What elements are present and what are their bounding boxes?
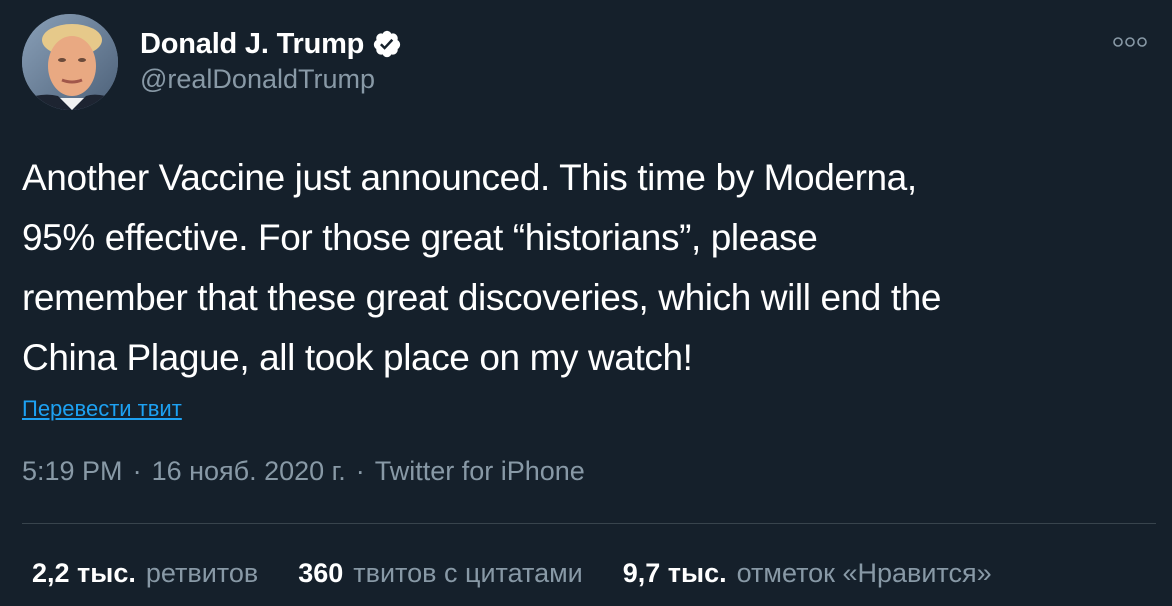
likes-count: 9,7 тыс. — [622, 558, 727, 588]
tweet-time[interactable]: 5:19 PM — [22, 456, 123, 487]
quotes-stat[interactable]: 360 твитов с цитатами — [298, 558, 583, 589]
tweet-date[interactable]: 16 нояб. 2020 г. — [152, 456, 346, 487]
quotes-count: 360 — [298, 558, 344, 588]
retweets-stat[interactable]: 2,2 тыс. ретвитов — [32, 558, 258, 589]
author-name[interactable]: Donald J. Trump — [140, 28, 364, 61]
avatar[interactable] — [22, 14, 118, 110]
tweet-stats: 2,2 тыс. ретвитов 360 твитов с цитатами … — [32, 558, 992, 589]
more-options-icon[interactable] — [1110, 28, 1150, 56]
tweet-meta: 5:19 PM · 16 нояб. 2020 г. · Twitter for… — [22, 456, 585, 487]
translate-tweet-link[interactable]: Перевести твит — [22, 396, 182, 422]
retweets-count: 2,2 тыс. — [32, 558, 136, 588]
author-handle[interactable]: @realDonaldTrump — [140, 64, 375, 95]
tweet-text: Another Vaccine just announced. This tim… — [22, 157, 942, 378]
divider — [22, 523, 1156, 524]
likes-label: отметок «Нравится» — [736, 558, 992, 588]
tweet-source[interactable]: Twitter for iPhone — [375, 456, 585, 487]
retweets-label: ретвитов — [145, 558, 259, 588]
tweet-card: Donald J. Trump @realDonaldTrump Another… — [0, 0, 1172, 606]
avatar-image — [22, 14, 118, 110]
meta-separator: · — [132, 456, 142, 486]
meta-separator: · — [355, 456, 365, 486]
author-row: Donald J. Trump — [140, 24, 402, 64]
quotes-label: твитов с цитатами — [353, 558, 583, 588]
verified-badge-icon — [372, 29, 402, 59]
likes-stat[interactable]: 9,7 тыс. отметок «Нравится» — [623, 558, 992, 589]
